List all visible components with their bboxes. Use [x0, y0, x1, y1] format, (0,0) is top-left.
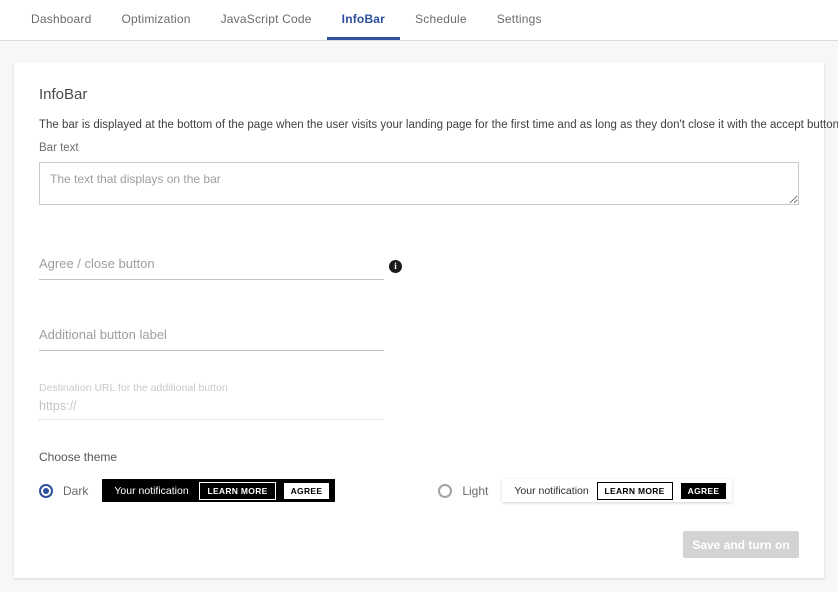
- preview-message: Your notification: [114, 485, 188, 497]
- destination-url-label: Destination URL for the additional butto…: [39, 382, 384, 394]
- destination-url-field: Destination URL for the additional butto…: [39, 382, 384, 420]
- save-button-row: Save and turn on: [39, 531, 799, 558]
- preview-learn-more-button: LEARN MORE: [199, 482, 275, 500]
- theme-option-dark[interactable]: Dark Your notification LEARN MORE AGREE: [39, 479, 335, 502]
- dark-theme-preview: Your notification LEARN MORE AGREE: [102, 479, 335, 502]
- preview-agree-button: AGREE: [681, 483, 727, 499]
- tab-settings[interactable]: Settings: [482, 0, 557, 40]
- agree-close-button-input[interactable]: [39, 250, 384, 280]
- bar-text-textarea[interactable]: [39, 162, 799, 205]
- save-and-turn-on-button[interactable]: Save and turn on: [683, 531, 799, 558]
- light-radio-label: Light: [462, 484, 488, 498]
- light-theme-preview: Your notification LEARN MORE AGREE: [502, 479, 732, 502]
- agree-button-field-row: i: [39, 250, 799, 280]
- infobar-description: The bar is displayed at the bottom of th…: [39, 119, 799, 131]
- tab-javascript-code[interactable]: JavaScript Code: [206, 0, 327, 40]
- dark-radio-label: Dark: [63, 484, 88, 498]
- destination-url-input: [39, 399, 384, 413]
- additional-button-field-row: [39, 321, 799, 351]
- theme-option-light[interactable]: Light Your notification LEARN MORE AGREE: [438, 479, 732, 502]
- tab-schedule[interactable]: Schedule: [400, 0, 482, 40]
- light-radio[interactable]: [438, 484, 452, 498]
- page-title: InfoBar: [39, 86, 799, 103]
- bar-text-label: Bar text: [39, 142, 799, 154]
- info-icon[interactable]: i: [389, 260, 402, 273]
- top-tab-bar: Dashboard Optimization JavaScript Code I…: [0, 0, 838, 41]
- tab-dashboard[interactable]: Dashboard: [16, 0, 107, 40]
- tab-infobar[interactable]: InfoBar: [327, 0, 400, 40]
- additional-button-label-input[interactable]: [39, 321, 384, 351]
- preview-agree-button: AGREE: [284, 483, 330, 499]
- preview-learn-more-button: LEARN MORE: [597, 482, 673, 500]
- choose-theme-label: Choose theme: [39, 450, 799, 464]
- tab-optimization[interactable]: Optimization: [107, 0, 206, 40]
- preview-message: Your notification: [514, 485, 588, 497]
- infobar-settings-card: InfoBar The bar is displayed at the bott…: [14, 62, 824, 578]
- dark-radio[interactable]: [39, 484, 53, 498]
- theme-options-row: Dark Your notification LEARN MORE AGREE …: [39, 479, 799, 502]
